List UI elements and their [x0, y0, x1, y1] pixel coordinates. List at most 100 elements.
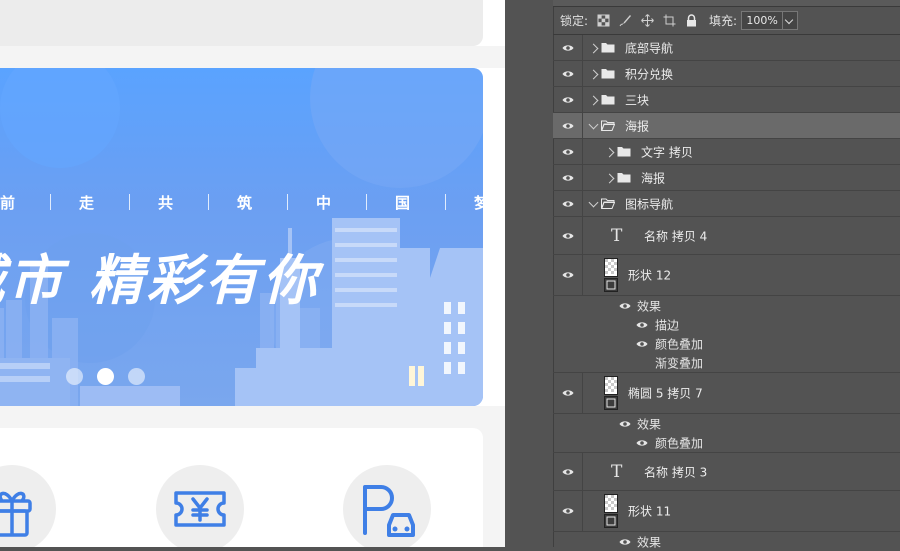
nav-gift-button[interactable]	[0, 465, 56, 547]
layer-name: 海报	[625, 119, 650, 133]
slogan-char: 梦	[474, 193, 483, 212]
lock-artboard-icon[interactable]	[663, 14, 676, 27]
slogan-separator	[208, 194, 209, 210]
eye-icon[interactable]	[562, 468, 574, 476]
eye-icon[interactable]	[562, 200, 574, 208]
chevron-right-icon[interactable]	[588, 95, 599, 105]
eye-icon[interactable]	[562, 507, 574, 515]
folder-icon	[601, 42, 615, 52]
eye-icon[interactable]	[562, 389, 574, 397]
effect-name: 渐变叠加	[655, 356, 704, 370]
gift-icon	[0, 491, 32, 537]
eye-icon[interactable]	[562, 174, 574, 182]
layer-row[interactable]: 椭圆 5 拷贝 7	[553, 373, 900, 414]
shape-layer-thumbnail	[604, 494, 618, 528]
fill-opacity-input[interactable]: 100%	[741, 11, 784, 30]
visibility-cell[interactable]	[553, 373, 583, 413]
panel-side-strip	[505, 0, 554, 547]
chevron-right-icon[interactable]	[588, 69, 599, 79]
eye-icon[interactable]	[562, 44, 574, 52]
layer-row[interactable]: 底部导航	[553, 35, 900, 61]
eye-icon[interactable]	[562, 148, 574, 156]
eye-icon[interactable]	[562, 122, 574, 130]
lock-all-icon[interactable]	[685, 14, 698, 27]
eye-icon[interactable]	[619, 538, 631, 546]
layer-name: 名称 拷贝 4	[644, 229, 708, 243]
folder-open-icon	[601, 120, 615, 131]
slogan-char: 国	[395, 193, 411, 212]
effects-row[interactable]: 效果	[553, 532, 900, 551]
nav-coupon-button[interactable]	[156, 465, 244, 547]
effect-item[interactable]: 渐变叠加	[553, 353, 900, 373]
visibility-cell[interactable]	[553, 87, 583, 112]
chevron-right-icon[interactable]	[604, 147, 615, 157]
poster-banner[interactable]: 前 走 共 筑 中 国 梦 城市 精彩有你	[0, 68, 483, 406]
layer-row[interactable]: 积分兑换	[553, 61, 900, 87]
visibility-cell[interactable]	[553, 165, 583, 190]
parking-car-icon	[363, 485, 415, 537]
effects-row[interactable]: 效果	[553, 414, 900, 433]
layer-row[interactable]: T 名称 拷贝 4	[553, 217, 900, 255]
carousel-dot[interactable]	[66, 368, 83, 385]
effect-name: 描边	[655, 318, 680, 332]
visibility-cell[interactable]	[553, 35, 583, 60]
chevron-down-icon[interactable]	[588, 119, 599, 129]
layer-row[interactable]: 图标导航	[553, 191, 900, 217]
eye-icon[interactable]	[636, 340, 648, 348]
folder-open-icon	[601, 198, 615, 209]
eye-icon[interactable]	[562, 70, 574, 78]
chevron-down-icon[interactable]	[588, 197, 599, 207]
layer-name: 图标导航	[625, 197, 674, 211]
lock-position-icon[interactable]	[641, 14, 654, 27]
layer-name: 形状 11	[628, 504, 672, 519]
effects-row[interactable]: 效果	[553, 296, 900, 315]
eye-icon[interactable]	[562, 271, 574, 279]
lock-image-pixels-icon[interactable]	[619, 14, 632, 27]
visibility-cell[interactable]	[553, 255, 583, 295]
eye-icon[interactable]	[562, 232, 574, 240]
nav-parking-button[interactable]	[343, 465, 431, 547]
layer-row[interactable]: 形状 12	[553, 255, 900, 296]
eye-icon[interactable]	[636, 321, 648, 329]
carousel-dots[interactable]	[66, 368, 145, 385]
layer-row[interactable]: 海报	[553, 113, 900, 139]
slogan-separator	[129, 194, 130, 210]
visibility-cell[interactable]	[553, 139, 583, 164]
visibility-cell[interactable]	[553, 491, 583, 531]
visibility-cell[interactable]	[553, 113, 583, 138]
eye-icon[interactable]	[619, 302, 631, 310]
layer-name: 名称 拷贝 3	[644, 465, 708, 479]
lock-transparent-pixels-icon[interactable]	[597, 14, 610, 27]
layer-name: 文字 拷贝	[641, 145, 693, 159]
lock-label: 锁定:	[560, 14, 589, 28]
carousel-dot[interactable]	[128, 368, 145, 385]
layer-name: 海报	[641, 171, 666, 185]
layer-row[interactable]: 形状 11	[553, 491, 900, 532]
effect-item[interactable]: 描边	[553, 315, 900, 334]
panel-top-edge	[553, 0, 900, 7]
slogan-separator	[366, 194, 367, 210]
chevron-right-icon[interactable]	[588, 43, 599, 53]
eye-icon[interactable]	[619, 420, 631, 428]
eye-icon[interactable]	[562, 96, 574, 104]
carousel-dot[interactable]	[97, 368, 114, 385]
visibility-cell[interactable]	[553, 61, 583, 86]
layer-row[interactable]: T 名称 拷贝 3	[553, 453, 900, 491]
visibility-cell[interactable]	[553, 217, 583, 254]
effect-item[interactable]: 颜色叠加	[553, 433, 900, 453]
chevron-right-icon[interactable]	[604, 173, 615, 183]
layer-row[interactable]: 三块	[553, 87, 900, 113]
slogan-separator	[50, 194, 51, 210]
fill-dropdown-button[interactable]	[783, 11, 799, 30]
text-layer-icon: T	[611, 225, 623, 246]
layer-row[interactable]: 海报	[553, 165, 900, 191]
eye-icon[interactable]	[636, 439, 648, 447]
slogan-separator	[445, 194, 446, 210]
canvas-gap	[0, 46, 505, 68]
effects-label: 效果	[637, 535, 662, 549]
visibility-cell[interactable]	[553, 191, 583, 216]
effect-item[interactable]: 颜色叠加	[553, 334, 900, 353]
layer-row[interactable]: 文字 拷贝	[553, 139, 900, 165]
visibility-cell[interactable]	[553, 453, 583, 490]
canvas-preview[interactable]: 前 走 共 筑 中 国 梦 城市 精彩有你	[0, 0, 505, 547]
